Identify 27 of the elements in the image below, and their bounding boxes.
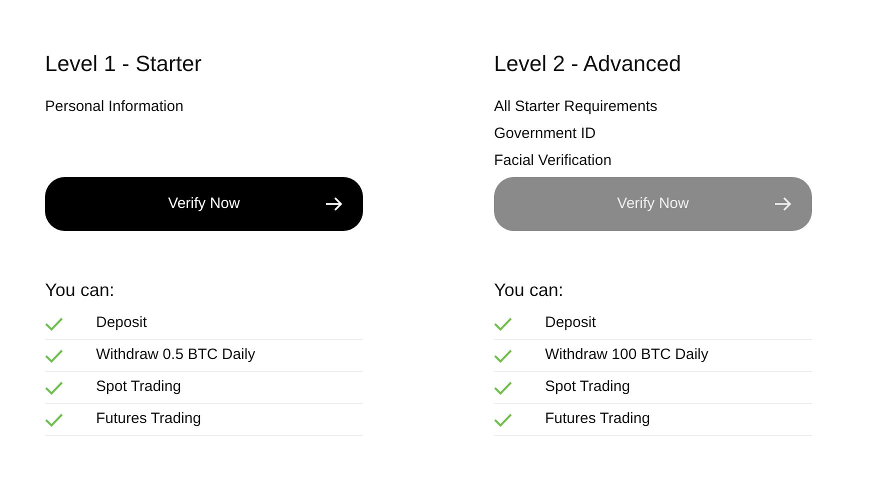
check-icon [494, 412, 512, 426]
section-heading: You can: [494, 279, 564, 302]
ability-text: Deposit [545, 313, 596, 334]
ability-text: Withdraw 0.5 BTC Daily [96, 345, 256, 366]
requirement-text: All Starter Requirements [494, 97, 658, 117]
ability-text: Futures Trading [545, 409, 650, 430]
check-icon [494, 348, 512, 362]
check-icon [45, 316, 63, 330]
ability-text: Futures Trading [96, 409, 202, 430]
check-icon [494, 380, 512, 394]
section-heading: You can: [45, 279, 116, 302]
ability-text: Spot Trading [96, 377, 182, 398]
check-icon [45, 380, 63, 394]
check-icon [45, 412, 63, 426]
ability-text: Spot Trading [545, 377, 630, 398]
ability-text: Withdraw 100 BTC Daily [545, 345, 708, 366]
check-icon [45, 348, 63, 362]
requirement-text: Government ID [494, 124, 597, 144]
level-title: Level 1 - Starter [45, 50, 203, 78]
verify-button[interactable]: Verify Now [45, 177, 363, 231]
check-icon [494, 316, 512, 330]
requirement-text: Facial Verification [494, 151, 613, 171]
arrow-icon [774, 195, 792, 213]
arrow-icon [325, 195, 343, 213]
ability-text: Deposit [96, 313, 147, 334]
requirement-text: Personal Information [45, 97, 184, 117]
level-title: Level 2 - Advanced [494, 50, 682, 78]
